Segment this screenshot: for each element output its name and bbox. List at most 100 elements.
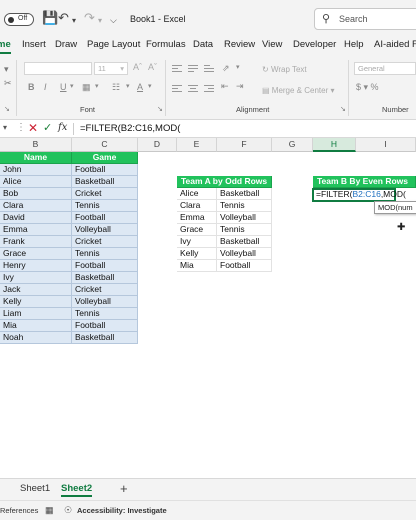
column-header-b[interactable]: B — [0, 138, 72, 152]
source-game-cell[interactable]: Volleyball — [72, 224, 138, 236]
font-launcher-icon[interactable]: ↘ — [157, 105, 163, 113]
font-size-select[interactable]: 11 ▾ — [94, 62, 128, 75]
source-game-cell[interactable]: Cricket — [72, 236, 138, 248]
team-a-game-cell[interactable]: Volleyball — [217, 248, 272, 260]
increase-font-icon[interactable]: Aˆ — [133, 62, 142, 72]
source-game-cell[interactable]: Basketball — [72, 332, 138, 344]
customize-toolbar-icon[interactable]: ⌵ — [110, 13, 117, 27]
editing-cell[interactable]: =FILTER(B2:C16,MOD( — [312, 188, 406, 202]
team-a-game-cell[interactable]: Football — [217, 260, 272, 272]
increase-indent-icon[interactable]: ⇥ — [236, 81, 244, 92]
team-b-title[interactable]: Team B By Even Rows — [313, 176, 416, 188]
function-tooltip[interactable]: MOD(num — [374, 201, 416, 214]
sheet-tab-sheet1[interactable]: Sheet1 — [20, 483, 50, 494]
tab-formulas[interactable]: Formulas — [146, 39, 186, 50]
redo-icon[interactable]: ↷ — [84, 11, 95, 25]
source-name-cell[interactable]: Jack — [0, 284, 72, 296]
team-a-game-cell[interactable]: Tennis — [217, 200, 272, 212]
source-name-cell[interactable]: Mia — [0, 320, 72, 332]
italic-icon[interactable]: I — [44, 82, 47, 92]
column-header-d[interactable]: D — [138, 138, 177, 152]
team-a-name-cell[interactable]: Grace — [177, 224, 217, 236]
add-sheet-button[interactable]: + — [120, 481, 128, 496]
tab-page-layout[interactable]: Page Layout — [87, 39, 140, 50]
source-name-cell[interactable]: Kelly — [0, 296, 72, 308]
source-name-cell[interactable]: Noah — [0, 332, 72, 344]
borders-dropdown-icon[interactable]: ▾ — [95, 82, 99, 90]
source-game-cell[interactable]: Football — [72, 164, 138, 176]
enter-icon[interactable]: ✓ — [43, 121, 52, 134]
orientation-icon[interactable]: ⇗ — [222, 63, 230, 74]
source-game-cell[interactable]: Cricket — [72, 188, 138, 200]
borders-icon[interactable]: ▦ — [82, 82, 91, 93]
team-a-game-cell[interactable]: Tennis — [217, 224, 272, 236]
source-game-cell[interactable]: Football — [72, 320, 138, 332]
source-game-cell[interactable]: Cricket — [72, 284, 138, 296]
source-game-cell[interactable]: Basketball — [72, 272, 138, 284]
font-color-icon[interactable]: A — [137, 82, 143, 92]
undo-icon[interactable]: ↶ — [58, 11, 69, 25]
tab-developer[interactable]: Developer — [293, 39, 336, 50]
underline-icon[interactable]: U — [60, 82, 67, 92]
name-box-dropdown-icon[interactable]: ▾ — [3, 123, 7, 132]
formula-input[interactable]: =FILTER(B2:C16,MOD( — [80, 123, 180, 134]
align-bottom-icon[interactable] — [204, 65, 214, 73]
align-right-icon[interactable] — [204, 85, 214, 93]
bold-icon[interactable]: B — [28, 82, 35, 92]
redo-dropdown-icon[interactable]: ▾ — [98, 14, 102, 28]
source-header-name[interactable]: Name — [0, 152, 72, 164]
team-a-title[interactable]: Team A by Odd Rows — [177, 176, 272, 188]
tab-insert[interactable]: Insert — [22, 39, 46, 50]
source-game-cell[interactable]: Football — [72, 260, 138, 272]
cancel-icon[interactable]: ✕ — [28, 121, 38, 135]
column-header-i[interactable]: I — [356, 138, 416, 152]
source-name-cell[interactable]: Clara — [0, 200, 72, 212]
source-name-cell[interactable]: Grace — [0, 248, 72, 260]
team-a-name-cell[interactable]: Kelly — [177, 248, 217, 260]
source-name-cell[interactable]: Alice — [0, 176, 72, 188]
source-game-cell[interactable]: Tennis — [72, 200, 138, 212]
alignment-launcher-icon[interactable]: ↘ — [340, 105, 346, 113]
team-a-game-cell[interactable]: Basketball — [217, 188, 272, 200]
column-header-e[interactable]: E — [177, 138, 217, 152]
insert-function-icon[interactable]: fx — [58, 122, 67, 133]
team-a-game-cell[interactable]: Volleyball — [217, 212, 272, 224]
tab-draw[interactable]: Draw — [55, 39, 77, 50]
source-name-cell[interactable]: Henry — [0, 260, 72, 272]
source-game-cell[interactable]: Tennis — [72, 308, 138, 320]
source-name-cell[interactable]: Bob — [0, 188, 72, 200]
font-name-select[interactable] — [24, 62, 92, 75]
source-game-cell[interactable]: Volleyball — [72, 296, 138, 308]
clipboard-launcher-icon[interactable]: ↘ — [4, 105, 10, 113]
source-game-cell[interactable]: Basketball — [72, 176, 138, 188]
source-name-cell[interactable]: Liam — [0, 308, 72, 320]
team-a-name-cell[interactable]: Alice — [177, 188, 217, 200]
team-a-game-cell[interactable]: Basketball — [217, 236, 272, 248]
accessibility-status[interactable]: Accessibility: Investigate — [77, 506, 167, 515]
team-a-name-cell[interactable]: Ivy — [177, 236, 217, 248]
source-name-cell[interactable]: Frank — [0, 236, 72, 248]
decrease-indent-icon[interactable]: ⇤ — [221, 81, 229, 92]
sheet-stats-icon[interactable]: ▦ — [45, 505, 54, 516]
undo-dropdown-icon[interactable]: ▾ — [72, 14, 76, 28]
decrease-font-icon[interactable]: Aˇ — [148, 62, 157, 72]
source-name-cell[interactable]: Emma — [0, 224, 72, 236]
tab-home[interactable]: me — [0, 39, 11, 54]
sheet-tab-sheet2[interactable]: Sheet2 — [61, 483, 93, 497]
source-game-cell[interactable]: Tennis — [72, 248, 138, 260]
save-icon[interactable]: 💾 — [42, 11, 58, 25]
autosave-toggle[interactable]: Off — [4, 13, 34, 26]
align-left-icon[interactable] — [172, 85, 182, 93]
column-header-f[interactable]: F — [217, 138, 272, 152]
source-name-cell[interactable]: Ivy — [0, 272, 72, 284]
cut-icon[interactable]: ✂ — [4, 78, 12, 89]
wrap-text-button[interactable]: ↻ Wrap Text — [262, 65, 307, 74]
source-game-cell[interactable]: Football — [72, 212, 138, 224]
currency-icon[interactable]: $ ▾ % — [356, 82, 379, 93]
fill-color-icon[interactable]: ☷ — [112, 82, 120, 93]
source-header-game[interactable]: Game — [72, 152, 138, 164]
tab-data[interactable]: Data — [193, 39, 213, 50]
tab-view[interactable]: View — [262, 39, 282, 50]
team-a-name-cell[interactable]: Clara — [177, 200, 217, 212]
column-header-h[interactable]: H — [313, 138, 356, 152]
